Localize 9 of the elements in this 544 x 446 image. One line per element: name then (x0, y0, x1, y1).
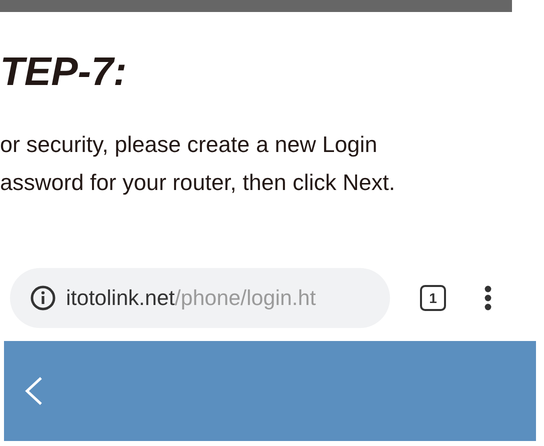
info-icon[interactable] (30, 285, 56, 311)
instruction-text: assword for your router, then click Next. (0, 169, 396, 197)
step-heading: TEP-7: (0, 49, 127, 96)
tab-count-button[interactable]: 1 (420, 285, 446, 311)
url-text: itotolink.net/phone/login.ht (66, 286, 316, 310)
instruction-text: or security, please create a new Login (0, 131, 378, 159)
menu-icon[interactable] (484, 285, 492, 311)
address-bar[interactable]: itotolink.net/phone/login.ht (10, 268, 390, 328)
back-icon[interactable] (24, 376, 44, 406)
